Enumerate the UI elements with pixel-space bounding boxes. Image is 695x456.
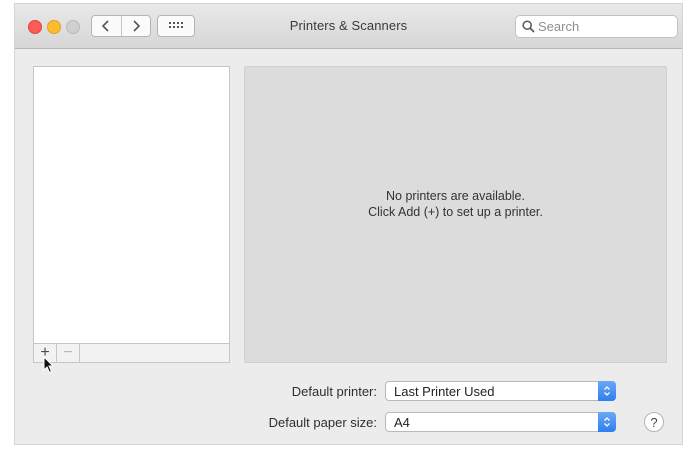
window-title: Printers & Scanners bbox=[289, 18, 408, 33]
default-printer-label: Default printer: bbox=[291, 384, 377, 399]
help-button[interactable]: ? bbox=[644, 412, 664, 432]
printer-list[interactable] bbox=[33, 66, 230, 363]
paper-size-popup[interactable]: A4 bbox=[385, 412, 616, 432]
printer-detail-pane: No printers are available. Click Add (+)… bbox=[244, 66, 667, 363]
default-printer-popup[interactable]: Last Printer Used bbox=[385, 381, 616, 401]
empty-state-message: No printers are available. Click Add (+)… bbox=[245, 188, 666, 220]
close-button[interactable] bbox=[28, 20, 42, 34]
navigation-buttons bbox=[91, 15, 151, 37]
printer-list-toolbar: + − bbox=[33, 343, 230, 363]
chevron-left-icon bbox=[102, 20, 109, 32]
search-field[interactable] bbox=[515, 15, 678, 38]
show-all-button[interactable] bbox=[157, 15, 195, 37]
chevron-right-icon bbox=[133, 20, 140, 32]
paper-size-value: A4 bbox=[394, 415, 410, 430]
forward-button[interactable] bbox=[120, 16, 151, 36]
printers-scanners-window: Printers & Scanners + − No printers are … bbox=[15, 4, 682, 444]
minimize-button[interactable] bbox=[47, 20, 61, 34]
mouse-pointer-icon bbox=[43, 356, 55, 374]
default-printer-value: Last Printer Used bbox=[394, 384, 495, 399]
title-bar: Printers & Scanners bbox=[15, 4, 682, 49]
zoom-button[interactable] bbox=[66, 20, 80, 34]
remove-printer-button[interactable]: − bbox=[57, 344, 80, 362]
empty-state-line-2: Click Add (+) to set up a printer. bbox=[368, 205, 543, 219]
list-toolbar-spacer bbox=[80, 344, 229, 362]
search-icon bbox=[522, 20, 535, 33]
popup-arrows-icon bbox=[598, 381, 616, 401]
paper-size-label: Default paper size: bbox=[268, 415, 377, 430]
grid-icon bbox=[169, 22, 183, 28]
popup-arrows-icon bbox=[598, 412, 616, 432]
search-input[interactable] bbox=[538, 17, 668, 36]
empty-state-line-1: No printers are available. bbox=[386, 189, 525, 203]
back-button[interactable] bbox=[92, 16, 121, 36]
